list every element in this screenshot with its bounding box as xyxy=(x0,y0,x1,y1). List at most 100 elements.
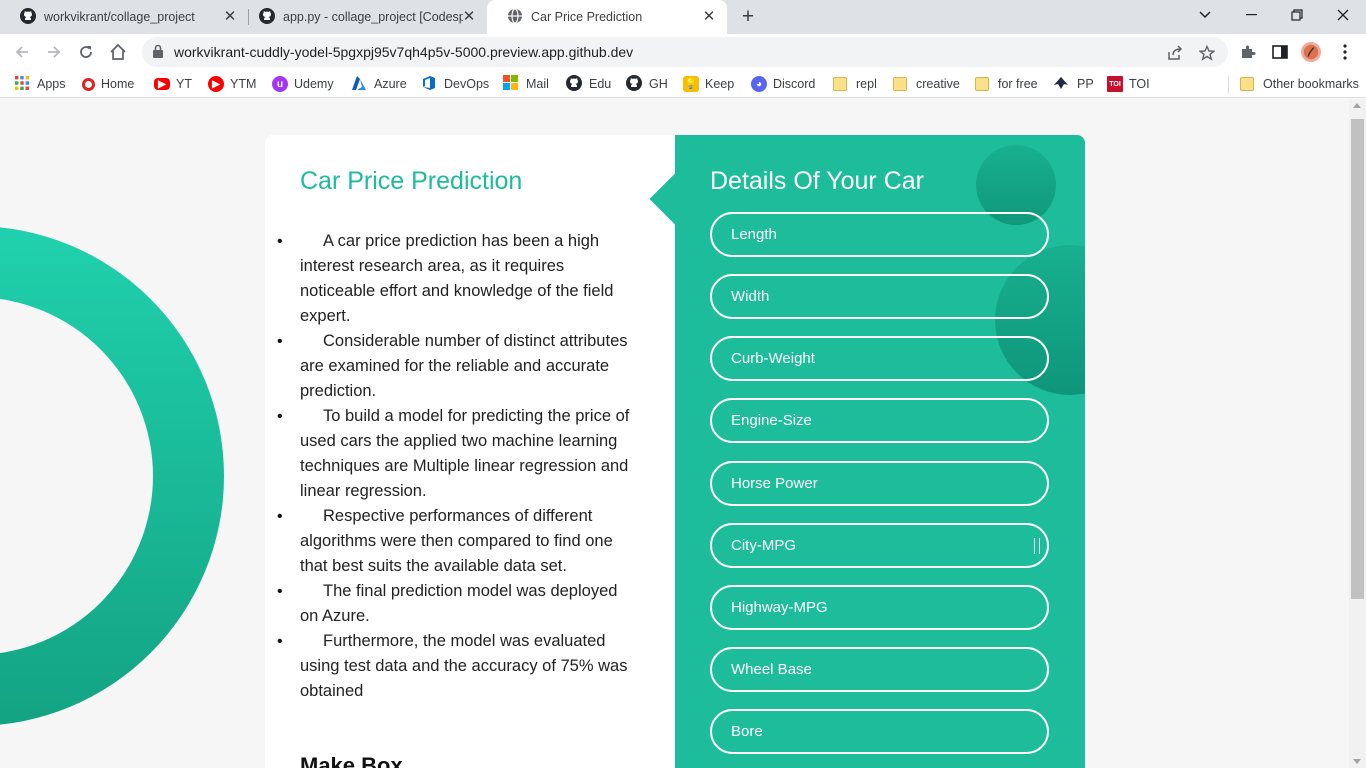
info-list: A car price prediction has been a high i… xyxy=(277,229,640,704)
scroll-thumb[interactable] xyxy=(1351,119,1364,599)
engine-size-field[interactable]: Engine-Size xyxy=(710,398,1049,443)
text-cursor-icon xyxy=(1034,538,1040,554)
make-box-label: Make Box xyxy=(300,753,403,768)
bookmark-label: TOI xyxy=(1129,77,1150,91)
bookmark-label: DevOps xyxy=(444,77,490,91)
bookmark-ytm[interactable]: ▶ YTM xyxy=(208,75,256,93)
field-placeholder: Length xyxy=(731,226,777,243)
scroll-down-icon[interactable] xyxy=(1353,759,1361,764)
bookmark-discord[interactable]: ◕ Discord xyxy=(751,75,815,93)
bookmark-toi[interactable]: TOI TOI xyxy=(1107,75,1150,93)
field-placeholder: Horse Power xyxy=(731,475,818,492)
bookmark-label: PP xyxy=(1077,77,1094,91)
menu-kebab-icon[interactable] xyxy=(1335,42,1355,62)
bookmark-label: Mail xyxy=(526,77,549,91)
share-icon[interactable] xyxy=(1166,44,1184,62)
github-icon xyxy=(566,74,582,94)
address-bar[interactable]: workvikrant-cuddly-yodel-5pgxpj95v7qh4p5… xyxy=(142,37,1228,67)
bookmark-apps[interactable]: Apps xyxy=(15,75,66,93)
reload-button[interactable] xyxy=(75,41,97,63)
devops-icon xyxy=(421,75,437,94)
prediction-card: Car Price Prediction A car price predict… xyxy=(265,135,1085,768)
new-tab-button[interactable]: + xyxy=(737,6,759,28)
scroll-up-icon[interactable] xyxy=(1353,103,1361,108)
field-placeholder: Wheel Base xyxy=(731,661,812,678)
field-placeholder: City-MPG xyxy=(731,537,796,554)
tab-title: app.py - collage_project [Codesp xyxy=(283,10,463,24)
bookmark-label: for free xyxy=(998,77,1038,91)
folder-icon xyxy=(1240,77,1254,91)
page-viewport: Car Price Prediction A car price predict… xyxy=(0,99,1366,768)
browser-toolbar: workvikrant-cuddly-yodel-5pgxpj95v7qh4p5… xyxy=(0,34,1366,70)
close-window-button[interactable] xyxy=(1320,0,1366,30)
minimize-button[interactable] xyxy=(1228,0,1274,30)
folder-icon xyxy=(833,77,847,91)
bookmark-keep[interactable]: 💡 Keep xyxy=(683,75,734,93)
extensions-icon[interactable] xyxy=(1238,42,1258,62)
width-field[interactable]: Width xyxy=(710,274,1049,319)
lock-icon[interactable] xyxy=(152,44,164,63)
form-title: Details Of Your Car xyxy=(710,167,924,195)
highway-mpg-field[interactable]: Highway-MPG xyxy=(710,585,1049,630)
bookmark-label: repl xyxy=(856,77,877,91)
tab-title: workvikrant/collage_project xyxy=(44,10,195,24)
bookmark-edu[interactable]: Edu xyxy=(566,74,611,94)
globe-icon xyxy=(507,7,523,27)
close-icon[interactable]: ✕ xyxy=(701,9,717,25)
side-panel-icon[interactable] xyxy=(1270,42,1290,62)
length-field[interactable]: Length xyxy=(710,212,1049,257)
bookmark-home[interactable]: Home xyxy=(82,75,134,93)
bookmark-label: Udemy xyxy=(294,77,334,91)
list-item: The final prediction model was deployed … xyxy=(277,579,640,629)
bookmark-folder-repl[interactable]: repl xyxy=(833,75,877,93)
bookmark-devops[interactable]: DevOps xyxy=(421,75,489,93)
wheel-base-field[interactable]: Wheel Base xyxy=(710,647,1049,692)
curb-weight-field[interactable]: Curb-Weight xyxy=(710,336,1049,381)
bookmarks-divider xyxy=(1228,76,1229,93)
restore-button[interactable] xyxy=(1274,0,1320,30)
page-scrollbar[interactable] xyxy=(1349,99,1366,768)
tab-car-price-prediction[interactable]: Car Price Prediction ✕ xyxy=(487,0,727,34)
close-icon[interactable]: ✕ xyxy=(461,9,477,25)
forward-button[interactable] xyxy=(43,41,65,63)
pp-icon xyxy=(1053,76,1069,93)
bookmark-label: Keep xyxy=(705,77,735,91)
keep-icon: 💡 xyxy=(683,76,699,92)
bookmark-label: Home xyxy=(101,77,135,91)
bookmark-label: Other bookmarks xyxy=(1263,77,1359,91)
home-button[interactable] xyxy=(107,41,129,63)
bore-field[interactable]: Bore xyxy=(710,709,1049,754)
tab-github-repo[interactable]: workvikrant/collage_project ✕ xyxy=(0,0,248,34)
tab-title: Car Price Prediction xyxy=(531,10,643,24)
close-icon[interactable]: ✕ xyxy=(222,9,238,25)
list-item: A car price prediction has been a high i… xyxy=(277,229,640,329)
folder-icon xyxy=(893,77,907,91)
profile-avatar[interactable] xyxy=(1301,42,1321,62)
bookmark-label: creative xyxy=(916,77,960,91)
bookmark-label: Discord xyxy=(773,77,816,91)
back-button[interactable] xyxy=(11,41,33,63)
url-text: workvikrant-cuddly-yodel-5pgxpj95v7qh4p5… xyxy=(174,44,634,60)
bookmark-folder-for-free[interactable]: for free xyxy=(975,75,1038,93)
tab-app-py[interactable]: app.py - collage_project [Codesp ✕ xyxy=(239,0,487,34)
city-mpg-field[interactable]: City-MPG xyxy=(710,523,1049,568)
details-form-panel: Details Of Your Car Length Width Curb-We… xyxy=(675,135,1085,768)
bookmark-gh[interactable]: GH xyxy=(626,74,668,93)
bookmark-pp[interactable]: PP xyxy=(1053,75,1094,93)
bookmark-yt[interactable]: ▶ YT xyxy=(154,75,192,93)
other-bookmarks[interactable]: Other bookmarks xyxy=(1240,75,1359,93)
list-item: To build a model for predicting the pric… xyxy=(277,404,640,504)
bookmark-star-icon[interactable] xyxy=(1198,44,1216,62)
bookmark-mail[interactable]: Mail xyxy=(503,75,549,93)
bookmark-folder-creative[interactable]: creative xyxy=(893,75,960,93)
toi-icon: TOI xyxy=(1107,76,1123,92)
list-item: Considerable number of distinct attribut… xyxy=(277,329,640,404)
bookmark-udemy[interactable]: u Udemy xyxy=(272,75,334,93)
field-placeholder: Width xyxy=(731,288,770,305)
field-placeholder: Bore xyxy=(731,723,763,740)
field-placeholder: Curb-Weight xyxy=(731,350,815,367)
apps-grid-icon xyxy=(15,75,29,93)
horse-power-field[interactable]: Horse Power xyxy=(710,461,1049,506)
tab-search-icon[interactable] xyxy=(1182,0,1228,30)
bookmark-azure[interactable]: Azure xyxy=(351,75,407,93)
